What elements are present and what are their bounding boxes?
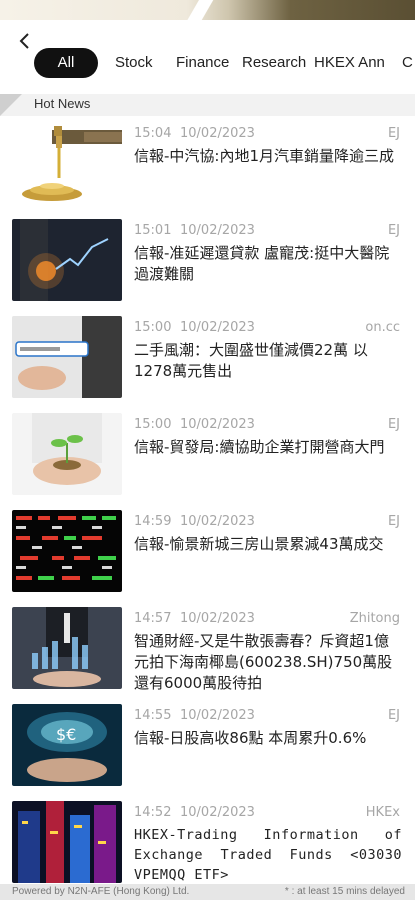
tab-finance[interactable]: Finance — [176, 48, 229, 78]
section-header: Hot News — [0, 94, 415, 116]
plant-hands-image — [12, 413, 122, 495]
section-decoration — [0, 94, 22, 116]
news-source: EJ — [387, 126, 400, 141]
neon-city-image — [12, 801, 122, 883]
svg-text:$€: $€ — [56, 725, 76, 744]
news-meta: 14:52 10/02/2023 HKEx — [134, 805, 400, 821]
news-meta: 14:57 10/02/2023 Zhitong — [134, 611, 400, 627]
news-headline: 信報-愉景新城三房山景累減43萬成交 — [134, 535, 384, 553]
news-item[interactable]: 15:04 10/02/2023 EJ 信報-中汽協:內地1月汽車銷量降逾三成 — [0, 116, 415, 215]
news-meta: 15:00 10/02/2023 EJ — [134, 417, 400, 433]
news-date: 10/02/2023 — [180, 320, 255, 335]
news-time: 14:59 — [134, 514, 172, 529]
news-date: 10/02/2023 — [180, 223, 255, 238]
news-time: 14:52 — [134, 805, 172, 820]
tab-stock[interactable]: Stock — [115, 48, 153, 78]
news-meta: 15:04 10/02/2023 EJ — [134, 126, 400, 142]
news-headline: 信報-准延遲還貸款 盧寵茂:挺中大醫院過渡難關 — [134, 244, 390, 283]
news-meta: 14:59 10/02/2023 EJ — [134, 514, 400, 530]
news-item[interactable]: 15:00 10/02/2023 EJ 信報-貿發局:續協助企業打開營商大門 — [0, 407, 415, 506]
news-list: 15:04 10/02/2023 EJ 信報-中汽協:內地1月汽車銷量降逾三成 … — [0, 116, 415, 884]
businessman-chart-image — [12, 607, 122, 689]
news-source: EJ — [387, 417, 400, 432]
news-headline: HKEX-Trading Information of Exchange Tra… — [134, 827, 402, 883]
tab-research[interactable]: Research — [242, 48, 306, 78]
news-date: 10/02/2023 — [180, 805, 255, 820]
tab-all[interactable]: All — [34, 48, 98, 78]
footer-credit: Powered by N2N-AFE (Hong Kong) Ltd. — [12, 886, 190, 897]
business-chart-image — [12, 219, 122, 301]
news-item[interactable]: 14:59 10/02/2023 EJ 信報-愉景新城三房山景累減43萬成交 — [0, 504, 415, 603]
navigation-bar: All Stock Finance Research HKEX Ann C — [0, 20, 415, 94]
search-bar-image — [12, 316, 122, 398]
news-headline: 信報-貿發局:續協助企業打開營商大門 — [134, 438, 385, 456]
status-bar-banner — [0, 0, 415, 20]
news-headline: 信報-中汽協:內地1月汽車銷量降逾三成 — [134, 147, 395, 165]
news-source: EJ — [387, 708, 400, 723]
news-time: 15:00 — [134, 320, 172, 335]
news-time: 15:00 — [134, 417, 172, 432]
news-item[interactable]: 14:52 10/02/2023 HKEx HKEX-Trading Infor… — [0, 795, 415, 884]
news-meta: 15:01 10/02/2023 EJ — [134, 223, 400, 239]
news-source: HKEx — [365, 805, 400, 820]
currency-globe-image: $€ — [12, 704, 122, 786]
news-time: 15:04 — [134, 126, 172, 141]
news-item[interactable]: $€ 14:55 10/02/2023 EJ 信報-日股高收86點 本周累升0.… — [0, 698, 415, 797]
news-date: 10/02/2023 — [180, 126, 255, 141]
news-item[interactable]: 15:01 10/02/2023 EJ 信報-准延遲還貸款 盧寵茂:挺中大醫院過… — [0, 213, 415, 312]
news-headline: 智通財經-又是牛散張壽春？斥資超1億元拍下海南椰島(600238.SH)750萬… — [134, 632, 393, 692]
news-time: 14:57 — [134, 611, 172, 626]
faucet-coins-image — [12, 122, 122, 204]
news-date: 10/02/2023 — [180, 708, 255, 723]
tab-more[interactable]: C — [402, 48, 413, 78]
category-tabs: All Stock Finance Research HKEX Ann C — [0, 48, 415, 82]
news-time: 15:01 — [134, 223, 172, 238]
news-item[interactable]: 14:57 10/02/2023 Zhitong 智通財經-又是牛散張壽春？斥資… — [0, 601, 415, 700]
stock-board-image — [12, 510, 122, 592]
news-headline: 二手風潮：大圍盛世僅減價22萬 以1278萬元售出 — [134, 341, 368, 380]
news-date: 10/02/2023 — [180, 514, 255, 529]
news-date: 10/02/2023 — [180, 611, 255, 626]
news-meta: 15:00 10/02/2023 on.cc — [134, 320, 400, 336]
news-source: Zhitong — [349, 611, 400, 626]
news-headline: 信報-日股高收86點 本周累升0.6% — [134, 729, 367, 747]
footer: Powered by N2N-AFE (Hong Kong) Ltd. * : … — [0, 884, 415, 900]
news-item[interactable]: 15:00 10/02/2023 on.cc 二手風潮：大圍盛世僅減價22萬 以… — [0, 310, 415, 409]
news-source: on.cc — [365, 320, 400, 335]
news-source: EJ — [387, 514, 400, 529]
news-source: EJ — [387, 223, 400, 238]
tab-hkex-ann[interactable]: HKEX Ann — [314, 48, 385, 78]
news-meta: 14:55 10/02/2023 EJ — [134, 708, 400, 724]
news-date: 10/02/2023 — [180, 417, 255, 432]
news-time: 14:55 — [134, 708, 172, 723]
section-title: Hot News — [34, 96, 91, 111]
footer-delay-note: * : at least 15 mins delayed — [284, 886, 405, 897]
